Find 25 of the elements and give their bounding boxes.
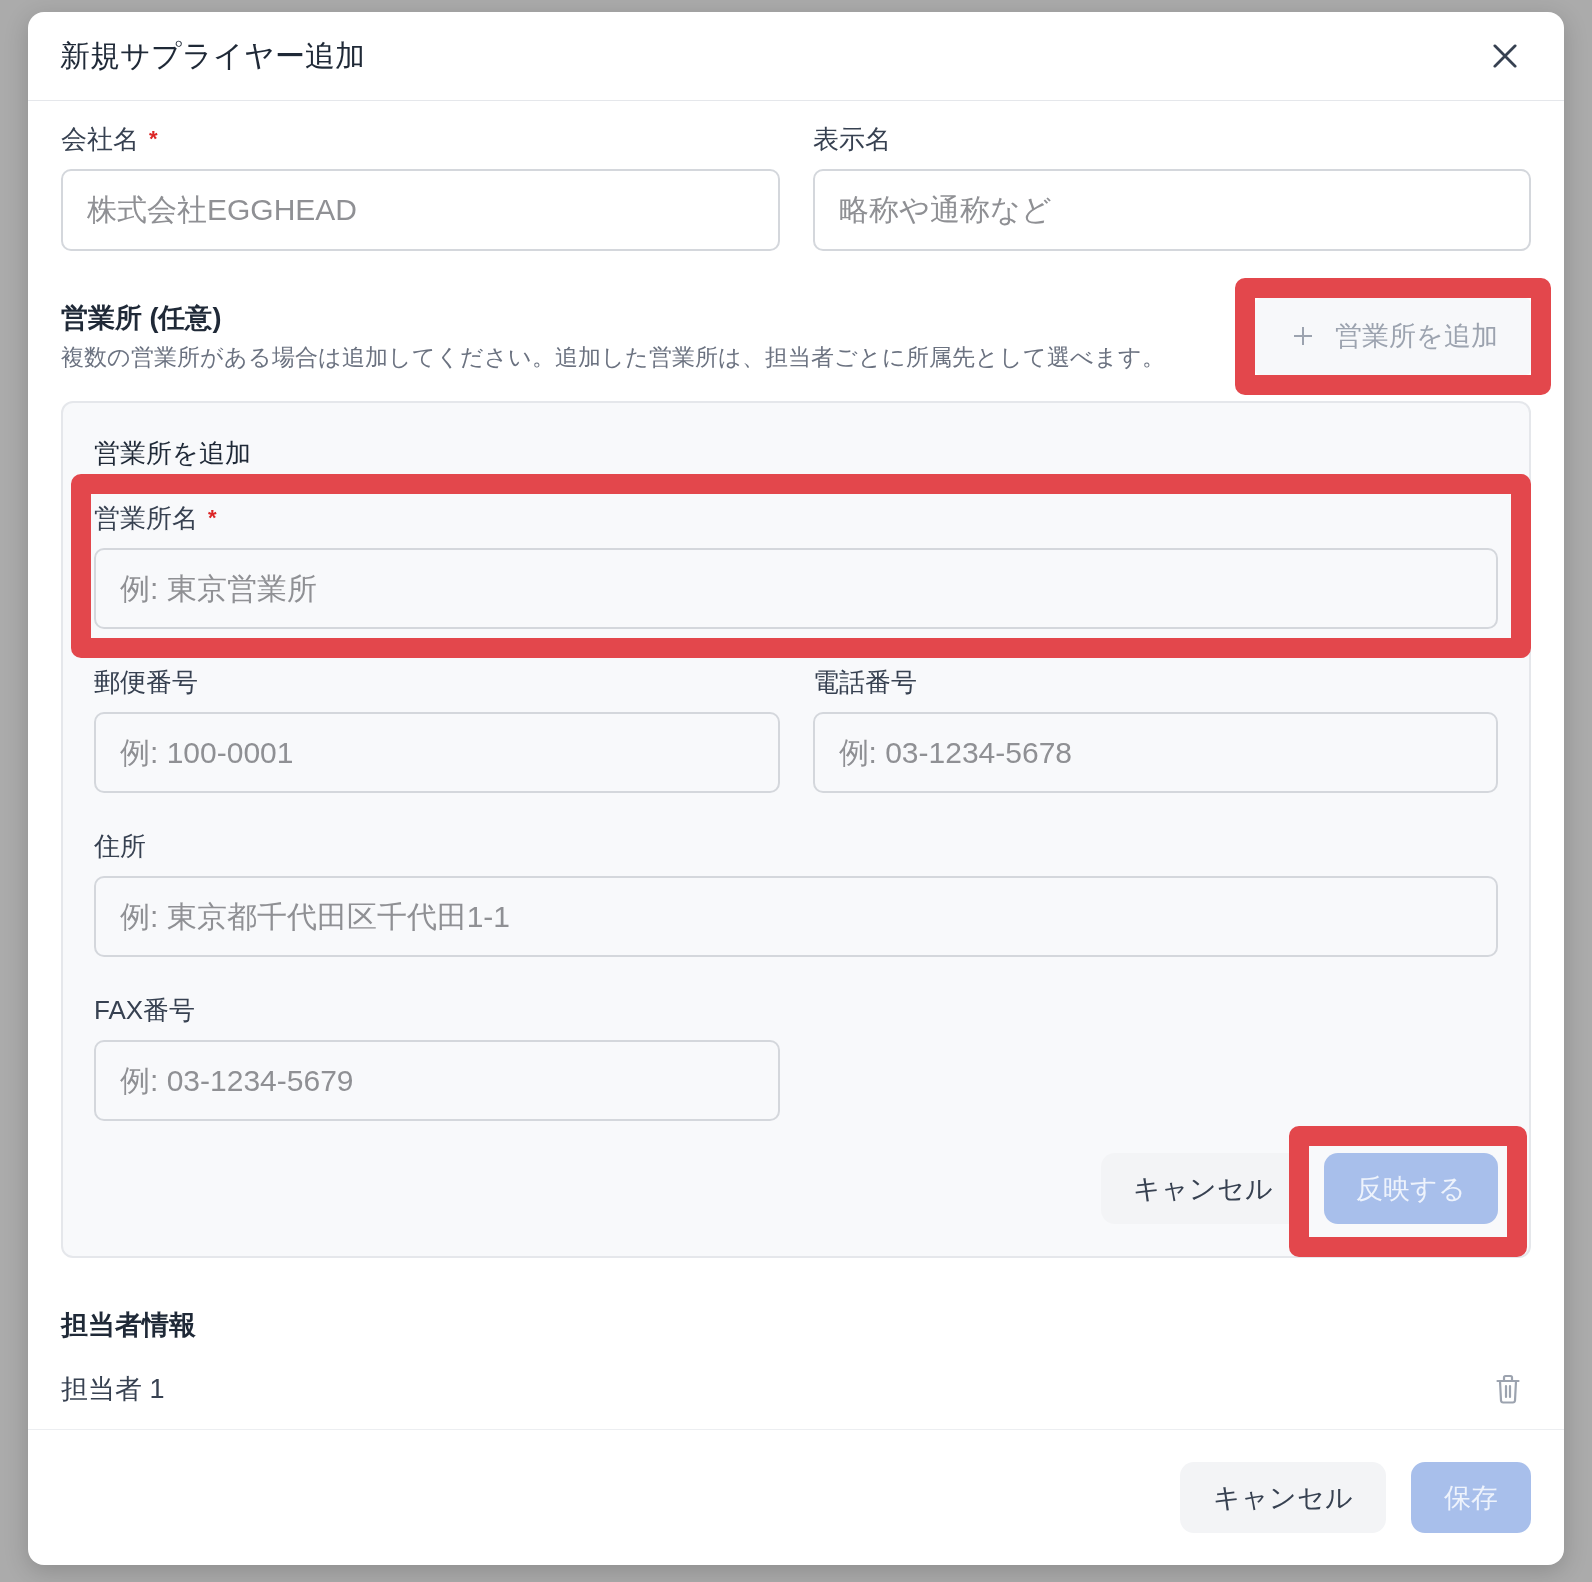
close-icon[interactable] [1493,44,1517,68]
section-description: 複数の営業所がある場合は追加してください。追加した営業所は、担当者ごとに所属先として選べます。 [61,342,1165,372]
field-label: 表示名 [812,123,891,156]
section-title: 担当者情報 [61,1309,197,1342]
text-field[interactable]: 株式会社EGGHEAD [61,169,780,251]
text-field[interactable]: 例: 東京営業所 [94,548,1498,629]
field-label: FAX番号 [94,994,196,1027]
field-label: 会社名 [61,123,139,156]
contact-label: 担当者 1 [61,1373,165,1406]
text-field[interactable]: 例: 東京都千代田区千代田1-1 [94,876,1498,957]
required-mark: * [208,504,217,532]
field-label: 住所 [94,830,146,863]
cancel-button[interactable]: キャンセル [1180,1462,1386,1533]
field-label: 郵便番号 [94,666,198,699]
field-label: 営業所名 [94,502,198,535]
text-field[interactable]: 略称や通称など [812,169,1531,251]
text-field[interactable]: 例: 03-1234-5678 [812,712,1498,793]
form-title: 営業所を追加 [94,437,252,470]
section-title: 営業所 (任意) [61,301,223,335]
required-mark: * [149,125,158,153]
field-label: 電話番号 [812,666,917,699]
dialog-title: 新規サプライヤー追加 [60,38,365,74]
text-field[interactable]: 例: 100-0001 [94,712,780,793]
text-field[interactable]: 例: 03-1234-5679 [94,1040,780,1121]
plus-icon [1293,326,1313,346]
